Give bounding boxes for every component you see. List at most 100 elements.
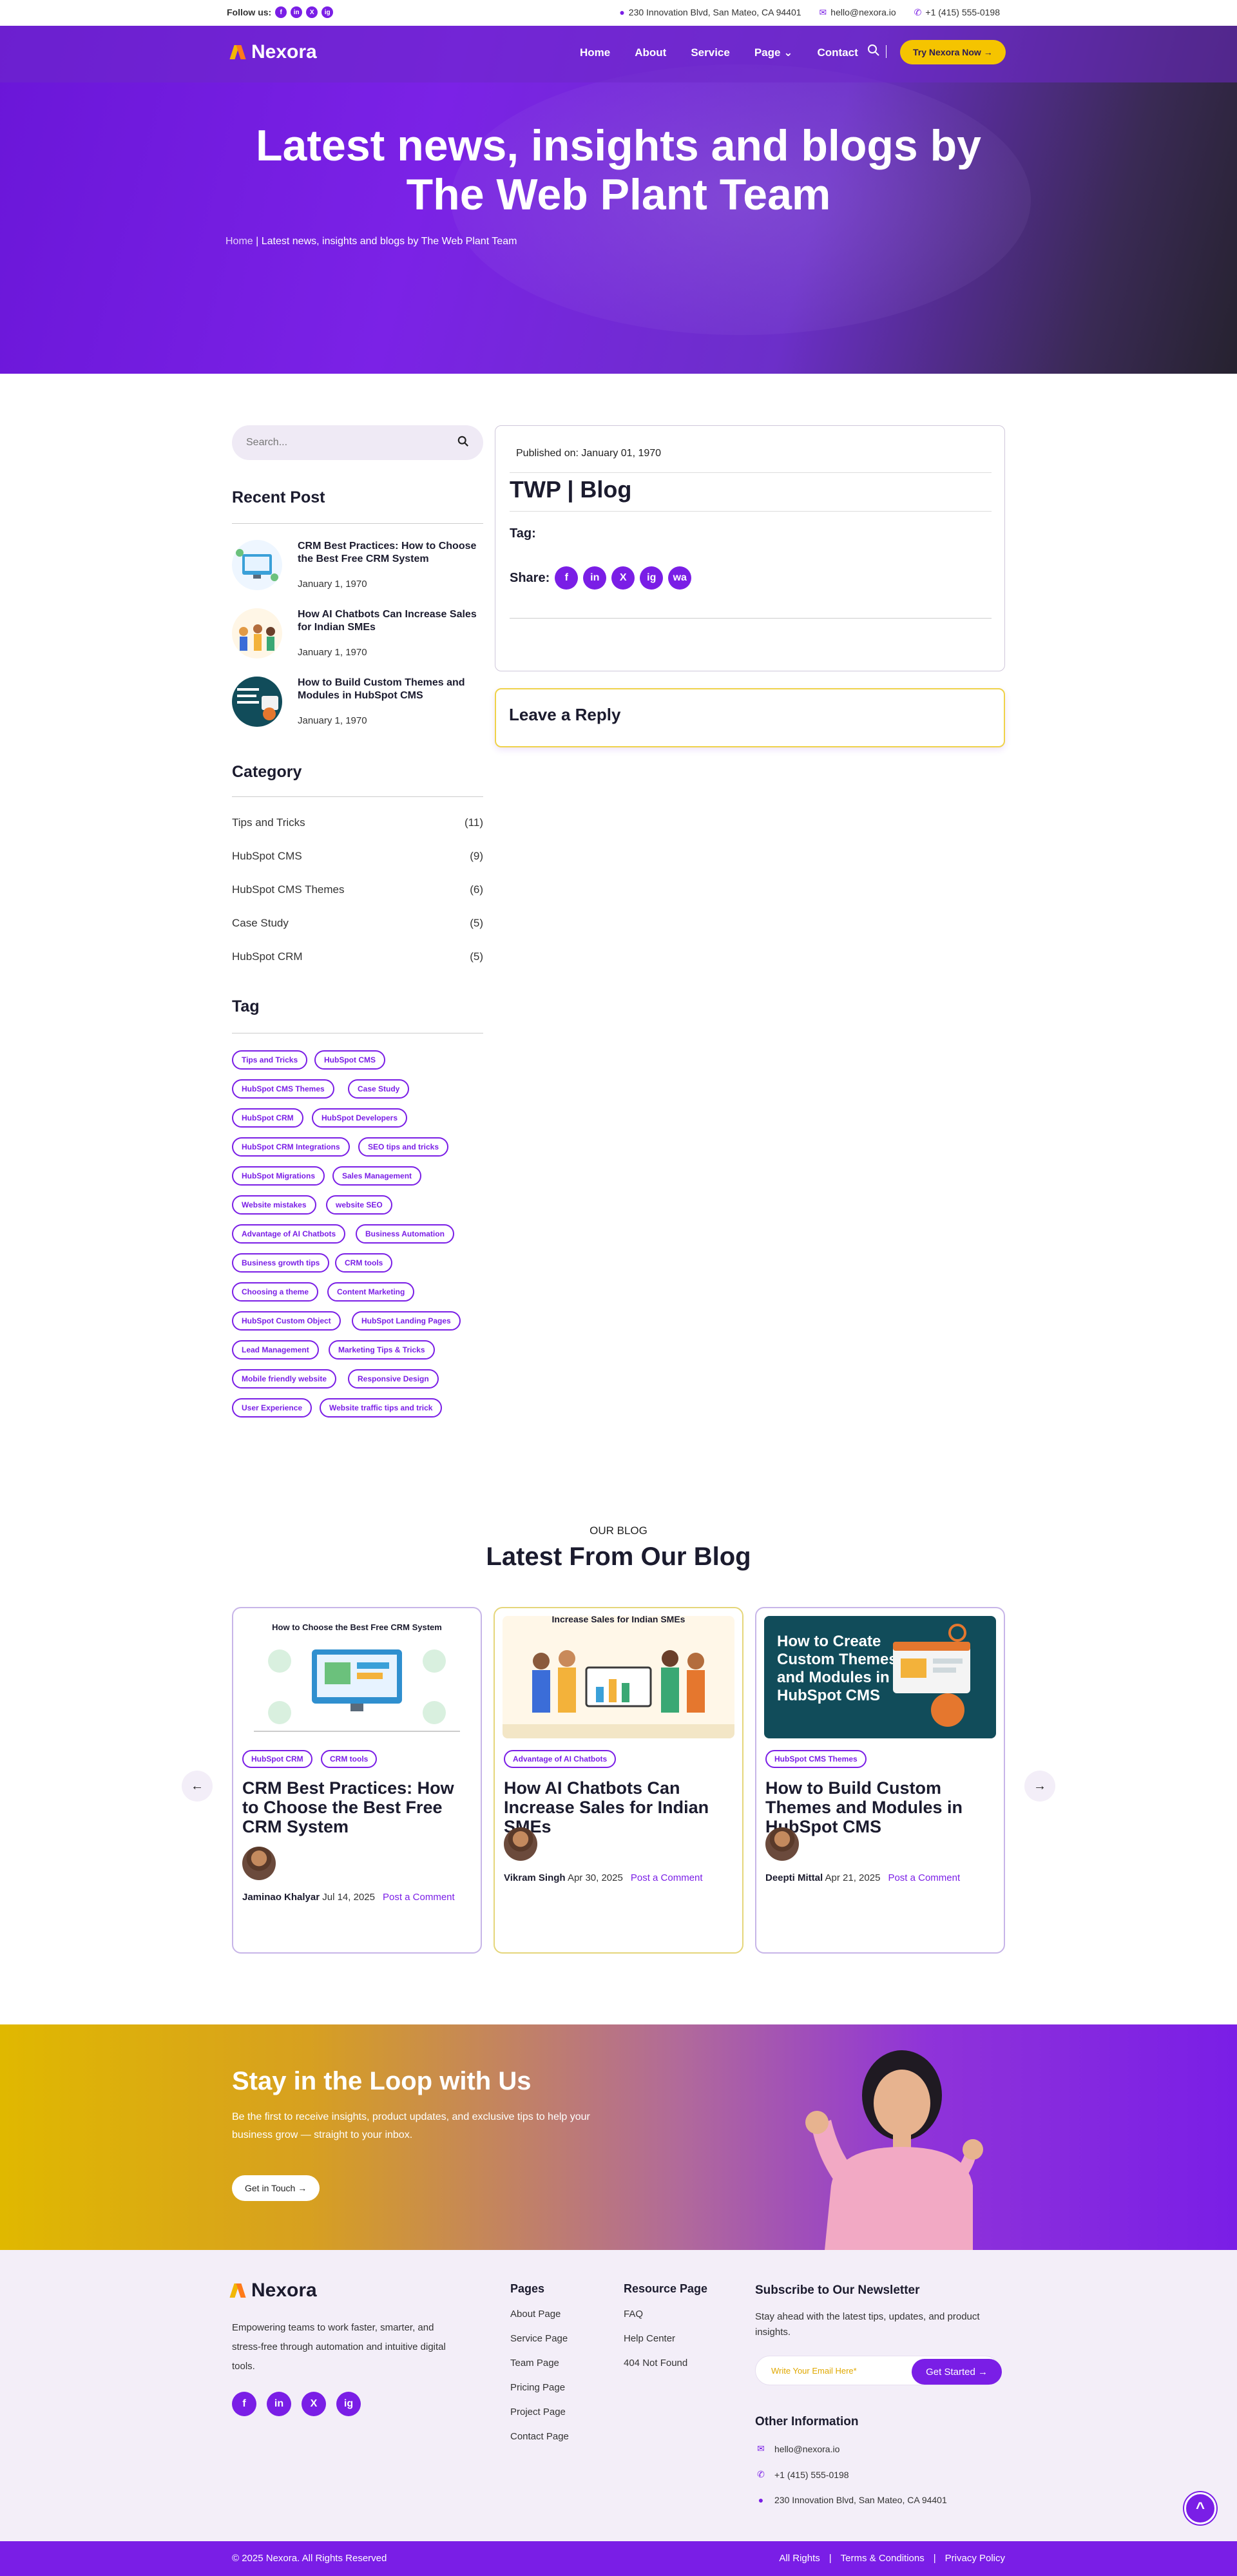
category-name[interactable]: HubSpot CRM [232,950,303,963]
recent-post-item[interactable]: How to Build Custom Themes and Modules i… [232,677,483,735]
footer-email[interactable]: ✉ hello@nexora.io [755,2443,839,2454]
tag-chip[interactable]: Website mistakes [232,1195,316,1215]
scroll-to-top-button[interactable]: ^ [1184,2492,1216,2524]
footer-link-team[interactable]: Team Page [510,2358,569,2369]
x-icon[interactable]: X [306,6,318,18]
recent-post-title[interactable]: How to Build Custom Themes and Modules i… [298,677,483,702]
category-item[interactable]: HubSpot CMS (9) [232,850,483,863]
category-name[interactable]: Tips and Tricks [232,816,305,829]
footer-link-project[interactable]: Project Page [510,2407,569,2417]
tag-chip[interactable]: Sales Management [332,1166,422,1186]
category-item[interactable]: HubSpot CMS Themes (6) [232,883,483,896]
facebook-icon[interactable]: f [232,2392,256,2416]
footer-link-404[interactable]: 404 Not Found [624,2358,707,2369]
tag-chip[interactable]: Responsive Design [348,1369,439,1389]
tag-chip[interactable]: Business growth tips [232,1253,330,1273]
blog-card-image[interactable]: How to Choose the Best Free CRM System [241,1616,473,1738]
category-item[interactable]: Tips and Tricks (11) [232,816,483,829]
blog-card[interactable]: How to Choose the Best Free CRM System H… [232,1607,482,1954]
blog-card[interactable]: Increase Sales for Indian SMEs Advantage… [494,1607,743,1954]
blog-card-title[interactable]: How to Build Custom Themes and Modules i… [765,1778,997,1836]
get-in-touch-button[interactable]: Get in Touch → [232,2175,320,2201]
footer-phone-text[interactable]: +1 (415) 555-0198 [774,2470,849,2480]
tag-chip[interactable]: HubSpot Landing Pages [352,1311,461,1331]
facebook-icon[interactable]: f [555,566,579,590]
instagram-icon[interactable]: ig [336,2392,361,2416]
tag-chip[interactable]: HubSpot Custom Object [232,1311,341,1331]
recent-post-item[interactable]: CRM Best Practices: How to Choose the Be… [232,540,483,598]
footer-logo[interactable]: Nexora [232,2280,317,2302]
post-comment-link[interactable]: Post a Comment [888,1872,960,1883]
x-icon[interactable]: X [611,566,635,590]
linkedin-icon[interactable]: in [267,2392,291,2416]
linkedin-icon[interactable]: in [291,6,303,18]
breadcrumb-home[interactable]: Home [225,236,253,247]
top-email-text[interactable]: hello@nexora.io [830,7,896,17]
tag-chip[interactable]: SEO tips and tricks [358,1137,449,1157]
blog-card-tag[interactable]: HubSpot CRM [242,1750,312,1768]
top-phone[interactable]: ✆ +1 (415) 555-0198 [914,7,1000,18]
search-icon[interactable] [457,436,469,450]
recent-post-title[interactable]: CRM Best Practices: How to Choose the Be… [298,540,483,566]
tag-chip[interactable]: Lead Management [232,1340,319,1360]
category-name[interactable]: Case Study [232,917,289,930]
tag-chip[interactable]: HubSpot Migrations [232,1166,325,1186]
recent-post-thumbnail[interactable] [232,540,282,590]
leave-reply-box[interactable]: Leave a Reply [495,688,1005,747]
footer-email-text[interactable]: hello@nexora.io [774,2444,839,2454]
logo[interactable]: Nexora [232,41,317,63]
blog-card-image[interactable]: How to Create Custom Themes and Modules … [764,1616,996,1738]
category-name[interactable]: HubSpot CMS [232,850,302,863]
get-started-button[interactable]: Get Started → [912,2359,1002,2385]
post-comment-link[interactable]: Post a Comment [383,1892,455,1903]
blog-card[interactable]: How to Create Custom Themes and Modules … [755,1607,1005,1954]
tag-chip[interactable]: Mobile friendly website [232,1369,337,1389]
tag-chip[interactable]: User Experience [232,1398,312,1418]
carousel-prev-button[interactable]: ← [182,1771,213,1802]
tag-chip[interactable]: HubSpot CMS Themes [232,1079,334,1099]
recent-post-thumbnail[interactable] [232,608,282,658]
tag-chip[interactable]: Case Study [348,1079,410,1099]
recent-post-item[interactable]: How AI Chatbots Can Increase Sales for I… [232,608,483,666]
post-comment-link[interactable]: Post a Comment [631,1872,703,1883]
recent-post-thumbnail[interactable] [232,677,282,727]
footer-link-about[interactable]: About Page [510,2309,569,2320]
blog-card-image[interactable]: Increase Sales for Indian SMEs [503,1616,734,1738]
nav-service[interactable]: Service [691,46,730,59]
tag-chip[interactable]: Marketing Tips & Tricks [329,1340,435,1360]
privacy-link[interactable]: Privacy Policy [945,2553,1005,2564]
footer-phone[interactable]: ✆ +1 (415) 555-0198 [755,2469,849,2480]
blog-card-tag[interactable]: Advantage of AI Chatbots [504,1750,617,1768]
top-phone-text[interactable]: +1 (415) 555-0198 [925,7,1000,17]
nav-page[interactable]: Page ⌄ [754,46,793,59]
blog-card-tag[interactable]: CRM tools [321,1750,378,1768]
tag-chip[interactable]: Business Automation [356,1224,454,1244]
tag-chip[interactable]: Content Marketing [327,1282,415,1302]
email-field[interactable]: Write Your Email Here* [771,2366,857,2376]
nav-about[interactable]: About [635,46,666,59]
tag-chip[interactable]: Tips and Tricks [232,1050,308,1070]
search-icon[interactable] [867,44,881,58]
category-item[interactable]: HubSpot CRM (5) [232,950,483,963]
nav-contact[interactable]: Contact [817,46,858,59]
tag-chip[interactable]: Choosing a theme [232,1282,319,1302]
terms-link[interactable]: Terms & Conditions [841,2553,925,2564]
tag-chip[interactable]: Advantage of AI Chatbots [232,1224,346,1244]
search-input[interactable]: Search... [246,437,287,448]
instagram-icon[interactable]: ig [321,6,334,18]
instagram-icon[interactable]: ig [640,566,664,590]
blog-card-title[interactable]: How AI Chatbots Can Increase Sales for I… [504,1778,736,1836]
tag-chip[interactable]: HubSpot Developers [312,1108,408,1128]
blog-card-title[interactable]: CRM Best Practices: How to Choose the Be… [242,1778,474,1836]
x-icon[interactable]: X [302,2392,326,2416]
tag-chip[interactable]: Website traffic tips and trick [320,1398,443,1418]
carousel-next-button[interactable]: → [1024,1771,1055,1802]
tag-chip[interactable]: HubSpot CRM [232,1108,303,1128]
linkedin-icon[interactable]: in [583,566,607,590]
nav-home[interactable]: Home [580,46,610,59]
try-nexora-button[interactable]: Try Nexora Now → [900,40,1006,64]
footer-link-service[interactable]: Service Page [510,2333,569,2344]
tag-chip[interactable]: website SEO [326,1195,392,1215]
whatsapp-icon[interactable]: wa [668,566,692,590]
sidebar-search[interactable]: Search... [232,425,483,460]
